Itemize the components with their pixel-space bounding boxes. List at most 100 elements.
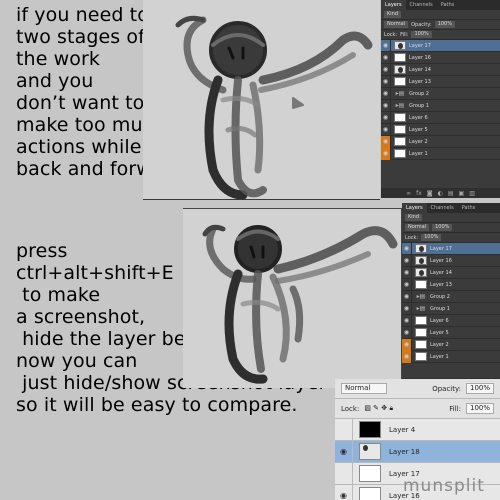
layer-row[interactable]: ◉ Layer 13 <box>381 75 500 88</box>
mask-icon[interactable]: ◙ <box>427 190 433 197</box>
layer-thumbnail <box>415 280 427 289</box>
eye-icon[interactable]: ◉ <box>335 484 353 500</box>
folder-icon[interactable]: ▤ <box>448 190 454 197</box>
layer-thumbnail <box>394 77 406 86</box>
layer-row[interactable]: ◉ Layer 16 <box>402 254 500 267</box>
tab-layers[interactable]: Layers <box>402 203 427 213</box>
layer-row[interactable]: ◉ Layer 14 <box>402 266 500 279</box>
layer-row[interactable]: ◉ Layer 1 <box>402 350 500 363</box>
layer-thumbnail <box>359 421 381 438</box>
layer-thumbnail <box>394 125 406 134</box>
layer-row[interactable]: ◉ Layer 2 <box>402 338 500 351</box>
eye-icon[interactable]: ◉ <box>381 75 391 88</box>
layer-row[interactable]: ◉ Layer 13 <box>402 278 500 291</box>
layer-row[interactable]: ◉ Layer 5 <box>381 123 500 136</box>
opacity-input[interactable]: 100% <box>434 21 455 28</box>
layer-list: ◉ Layer 17 ◉ Layer 16 ◉ Layer 14 ◉ Layer 13 … <box>402 242 500 363</box>
folder-icon: ▸▤ <box>395 102 405 109</box>
layer-row[interactable]: ◉ Layer 5 <box>402 326 500 339</box>
layer-row[interactable]: ◉ Layer 18 <box>335 440 500 463</box>
eye-icon[interactable]: ◉ <box>402 350 412 363</box>
lock-row: Lock: ▨ ✎ ✥ 🔒︎ Fill: 100% <box>335 399 500 419</box>
eye-icon[interactable]: ◉ <box>402 290 412 303</box>
layer-name: Layer 6 <box>409 114 428 121</box>
document-canvas-top[interactable] <box>143 0 380 200</box>
tip-line: so it will be easy to compare. <box>16 394 298 416</box>
document-canvas-middle[interactable] <box>183 208 402 388</box>
eye-icon[interactable]: ◉ <box>381 147 391 160</box>
eye-icon[interactable] <box>335 418 353 441</box>
fill-input[interactable]: 100% <box>421 234 442 241</box>
lock-icons[interactable]: ▨ ✎ ✥ 🔒︎ <box>364 404 393 413</box>
layer-row[interactable]: ◉ Layer 1 <box>381 147 500 160</box>
kind-filter-select[interactable]: Kind <box>405 214 423 221</box>
opacity-label: Opacity: <box>411 21 432 28</box>
layer-row[interactable]: ◉ ▸▤ Group 2 <box>381 87 500 100</box>
layer-row[interactable]: ◉ Layer 14 <box>381 63 500 76</box>
layer-row[interactable]: ◉ Layer 6 <box>381 111 500 124</box>
layer-row[interactable]: ◉ Layer 17 <box>381 39 500 52</box>
fill-input[interactable]: 100% <box>411 31 432 38</box>
layer-name: Layer 14 <box>430 269 452 276</box>
layer-row[interactable]: ◉ ▸▤ Group 2 <box>402 290 500 303</box>
ghost-sketch-drawing <box>175 15 373 199</box>
eye-icon[interactable]: ◉ <box>402 338 412 351</box>
layer-thumbnail <box>359 465 381 482</box>
tab-paths[interactable]: Paths <box>437 0 459 10</box>
layer-row[interactable]: ◉ ▸▤ Group 1 <box>381 99 500 112</box>
tab-layers[interactable]: Layers <box>381 0 406 10</box>
layer-thumbnail <box>415 256 427 265</box>
eye-icon[interactable]: ◉ <box>402 242 412 255</box>
tab-channels[interactable]: Channels <box>427 203 458 213</box>
layer-row[interactable]: Layer 4 <box>335 418 500 441</box>
eye-icon[interactable]: ◉ <box>381 135 391 148</box>
layer-name: Layer 5 <box>409 126 428 133</box>
trash-icon[interactable]: ▥ <box>469 190 475 197</box>
eye-icon[interactable] <box>335 462 353 485</box>
opacity-input[interactable]: 100% <box>432 224 453 231</box>
blend-mode-select[interactable]: Normal <box>341 383 387 394</box>
layer-row[interactable]: ◉ ▸▤ Group 1 <box>402 302 500 315</box>
adjustment-icon[interactable]: ◐ <box>438 190 443 197</box>
kind-filter-select[interactable]: Kind <box>384 11 402 18</box>
eye-icon[interactable]: ◉ <box>402 314 412 327</box>
layer-row[interactable]: ◉ Layer 6 <box>402 314 500 327</box>
layer-name: Layer 1 <box>409 150 428 157</box>
eye-icon[interactable]: ◉ <box>381 111 391 124</box>
fill-input[interactable]: 100% <box>465 403 494 414</box>
eye-icon[interactable]: ◉ <box>402 278 412 291</box>
opacity-input[interactable]: 100% <box>465 383 494 394</box>
eye-icon[interactable]: ◉ <box>402 326 412 339</box>
layer-name: Layer 13 <box>409 78 431 85</box>
tab-channels[interactable]: Channels <box>406 0 437 10</box>
eye-icon[interactable]: ◉ <box>402 254 412 267</box>
link-icon[interactable]: ∞ <box>406 190 411 197</box>
blend-mode-select[interactable]: Normal <box>384 21 409 28</box>
layer-name: Layer 16 <box>430 257 452 264</box>
eye-icon[interactable]: ◉ <box>381 87 391 100</box>
layer-name: Layer 14 <box>409 66 431 73</box>
tab-paths[interactable]: Paths <box>458 203 480 213</box>
eye-icon[interactable]: ◉ <box>381 123 391 136</box>
ghost-sketch-drawing <box>202 224 398 384</box>
lock-label: Lock: <box>384 31 398 38</box>
blend-mode-select[interactable]: Normal <box>405 224 430 231</box>
layer-name: Group 2 <box>430 293 450 300</box>
layer-row[interactable]: ◉ Layer 16 <box>381 51 500 64</box>
eye-icon[interactable]: ◉ <box>402 302 412 315</box>
fx-icon[interactable]: fx <box>416 190 422 197</box>
new-layer-icon[interactable]: ▣ <box>459 190 465 197</box>
eye-icon[interactable]: ◉ <box>381 63 391 76</box>
layer-thumbnail <box>415 352 427 361</box>
panel-footer: ∞ fx ◙ ◐ ▤ ▣ ▥ <box>381 188 500 198</box>
opacity-label: Opacity: <box>432 384 461 393</box>
eye-icon[interactable]: ◉ <box>381 51 391 64</box>
eye-icon[interactable]: ◉ <box>381 99 391 112</box>
eye-icon[interactable]: ◉ <box>402 266 412 279</box>
layer-name: Group 2 <box>409 90 429 97</box>
layers-panel-top: Layers Channels Paths Kind Normal Opacit… <box>381 0 500 198</box>
eye-icon[interactable]: ◉ <box>381 39 391 52</box>
layer-row[interactable]: ◉ Layer 2 <box>381 135 500 148</box>
layer-row[interactable]: ◉ Layer 17 <box>402 242 500 255</box>
eye-icon[interactable]: ◉ <box>335 440 353 463</box>
